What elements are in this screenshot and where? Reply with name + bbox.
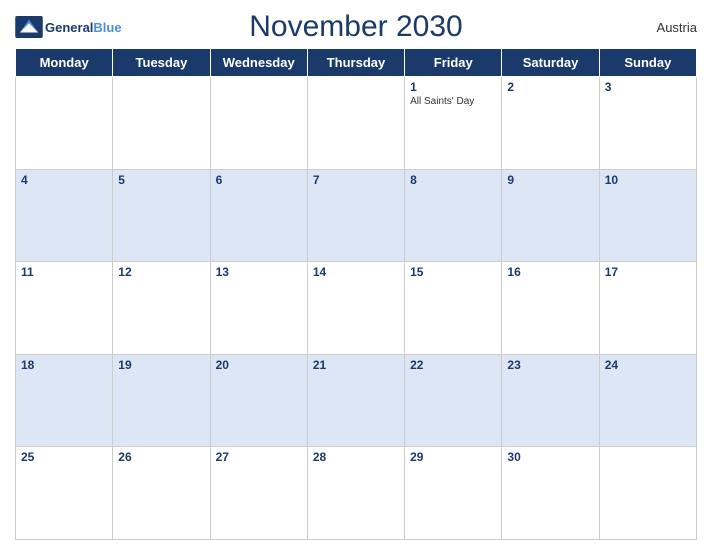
- weekday-header-friday: Friday: [405, 49, 502, 77]
- calendar-title: November 2030: [249, 10, 462, 44]
- day-number: 1: [410, 80, 496, 94]
- day-number: 9: [507, 173, 593, 187]
- calendar-cell: [210, 77, 307, 170]
- calendar-cell: 23: [502, 354, 599, 447]
- day-number: 14: [313, 265, 399, 279]
- calendar-cell: [599, 447, 696, 540]
- calendar-cell: 9: [502, 169, 599, 262]
- calendar-cell: 2: [502, 77, 599, 170]
- day-number: 28: [313, 450, 399, 464]
- day-number: 21: [313, 358, 399, 372]
- calendar-cell: 17: [599, 262, 696, 355]
- day-number: 27: [216, 450, 302, 464]
- day-number: 26: [118, 450, 204, 464]
- logo-general: GeneralBlue: [45, 20, 122, 35]
- country-label: Austria: [657, 20, 697, 35]
- day-number: 23: [507, 358, 593, 372]
- week-row-5: 25 26 27 28 29 30: [16, 447, 697, 540]
- day-number: 8: [410, 173, 496, 187]
- logo-icon: [15, 16, 43, 38]
- calendar-cell: 16: [502, 262, 599, 355]
- day-number: 6: [216, 173, 302, 187]
- calendar-cell: 29: [405, 447, 502, 540]
- holiday-name: All Saints' Day: [410, 96, 496, 107]
- calendar-cell: 22: [405, 354, 502, 447]
- calendar-table: MondayTuesdayWednesdayThursdayFridaySatu…: [15, 48, 697, 540]
- weekday-header-row: MondayTuesdayWednesdayThursdayFridaySatu…: [16, 49, 697, 77]
- calendar-cell: 7: [307, 169, 404, 262]
- day-number: 7: [313, 173, 399, 187]
- calendar-cell: 11: [16, 262, 113, 355]
- calendar-cell: 27: [210, 447, 307, 540]
- calendar-cell: 24: [599, 354, 696, 447]
- weekday-header-tuesday: Tuesday: [113, 49, 210, 77]
- weekday-header-sunday: Sunday: [599, 49, 696, 77]
- calendar-cell: 25: [16, 447, 113, 540]
- day-number: 5: [118, 173, 204, 187]
- calendar-cell: 3: [599, 77, 696, 170]
- day-number: 4: [21, 173, 107, 187]
- weekday-header-monday: Monday: [16, 49, 113, 77]
- calendar-cell: 1 All Saints' Day: [405, 77, 502, 170]
- calendar-cell: 19: [113, 354, 210, 447]
- week-row-2: 456789 10: [16, 169, 697, 262]
- calendar-cell: [16, 77, 113, 170]
- week-row-1: 1 All Saints' Day 23: [16, 77, 697, 170]
- calendar-cell: 8: [405, 169, 502, 262]
- calendar-cell: 28: [307, 447, 404, 540]
- day-number: 2: [507, 80, 593, 94]
- day-number: 16: [507, 265, 593, 279]
- day-number: 11: [21, 265, 107, 279]
- day-number: 24: [605, 358, 691, 372]
- weekday-header-wednesday: Wednesday: [210, 49, 307, 77]
- weekday-header-thursday: Thursday: [307, 49, 404, 77]
- calendar-cell: [307, 77, 404, 170]
- day-number: 15: [410, 265, 496, 279]
- calendar-header: GeneralBlue November 2030 Austria: [15, 10, 697, 44]
- day-number: 22: [410, 358, 496, 372]
- day-number: 20: [216, 358, 302, 372]
- calendar-cell: 6: [210, 169, 307, 262]
- calendar-cell: 12: [113, 262, 210, 355]
- weekday-header-saturday: Saturday: [502, 49, 599, 77]
- calendar-cell: [113, 77, 210, 170]
- calendar-cell: 13: [210, 262, 307, 355]
- day-number: 29: [410, 450, 496, 464]
- day-number: 18: [21, 358, 107, 372]
- day-number: 19: [118, 358, 204, 372]
- calendar-cell: 4: [16, 169, 113, 262]
- calendar-cell: 15: [405, 262, 502, 355]
- calendar-cell: 18: [16, 354, 113, 447]
- calendar-cell: 30: [502, 447, 599, 540]
- calendar-cell: 26: [113, 447, 210, 540]
- day-number: 13: [216, 265, 302, 279]
- day-number: 3: [605, 80, 691, 94]
- day-number: 30: [507, 450, 593, 464]
- calendar-cell: 20: [210, 354, 307, 447]
- day-number: 10: [605, 173, 691, 187]
- week-row-3: 11 12 13 14 15 16 17: [16, 262, 697, 355]
- calendar-cell: 14: [307, 262, 404, 355]
- day-number: 12: [118, 265, 204, 279]
- calendar-cell: 21: [307, 354, 404, 447]
- calendar-cell: 5: [113, 169, 210, 262]
- week-row-4: 18 19 20 21 22 23 24: [16, 354, 697, 447]
- day-number: 17: [605, 265, 691, 279]
- day-number: 25: [21, 450, 107, 464]
- calendar-cell: 10: [599, 169, 696, 262]
- logo: GeneralBlue: [15, 16, 122, 38]
